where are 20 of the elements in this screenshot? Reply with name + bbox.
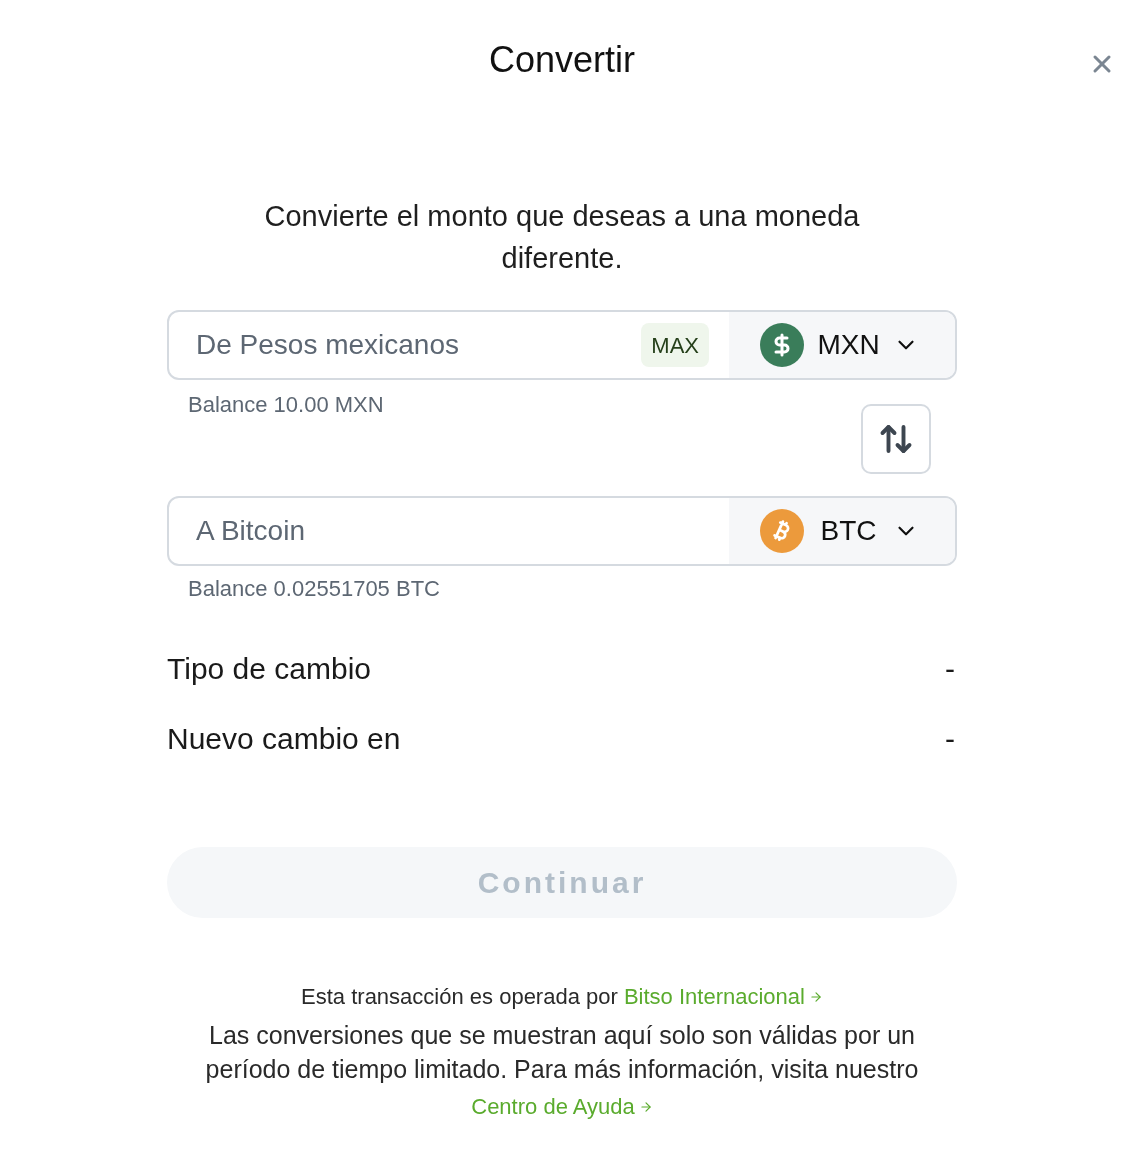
arrow-right-icon: [638, 1100, 653, 1114]
detail-value: -: [945, 721, 955, 757]
balance-text: Balance 10.00 MXN: [188, 391, 384, 419]
notice-text: Las conversiones que se muestran aquí solo son válidas por un período de tiempo limitado. Para más información, visita nuestro: [204, 1020, 920, 1085]
operator-text: Esta transacción es operada por Bitso Internacional: [301, 980, 823, 1014]
amount-field[interactable]: A Bitcoin BTC: [167, 496, 957, 566]
detail-label: Tipo de cambio: [167, 651, 371, 687]
dialog-title: Convertir: [488, 38, 635, 82]
amount-field[interactable]: De Pesos mexicanos MAX MXN: [167, 310, 957, 380]
intro-text: Convierte el monto que deseas a una moneda diferente.: [263, 199, 861, 276]
currency-selector[interactable]: BTC: [729, 498, 955, 564]
detail-value: -: [945, 651, 955, 687]
bitcoin-icon: [760, 509, 804, 553]
detail-label: Nuevo cambio en: [167, 721, 401, 757]
swap-button[interactable]: [861, 404, 931, 474]
currency-selector[interactable]: MXN: [729, 312, 955, 378]
balance-text: Balance 0.02551705 BTC: [188, 575, 440, 603]
dollar-coin-icon: [760, 323, 804, 367]
arrow-right-icon: [808, 990, 823, 1004]
max-button[interactable]: MAX: [641, 323, 709, 367]
